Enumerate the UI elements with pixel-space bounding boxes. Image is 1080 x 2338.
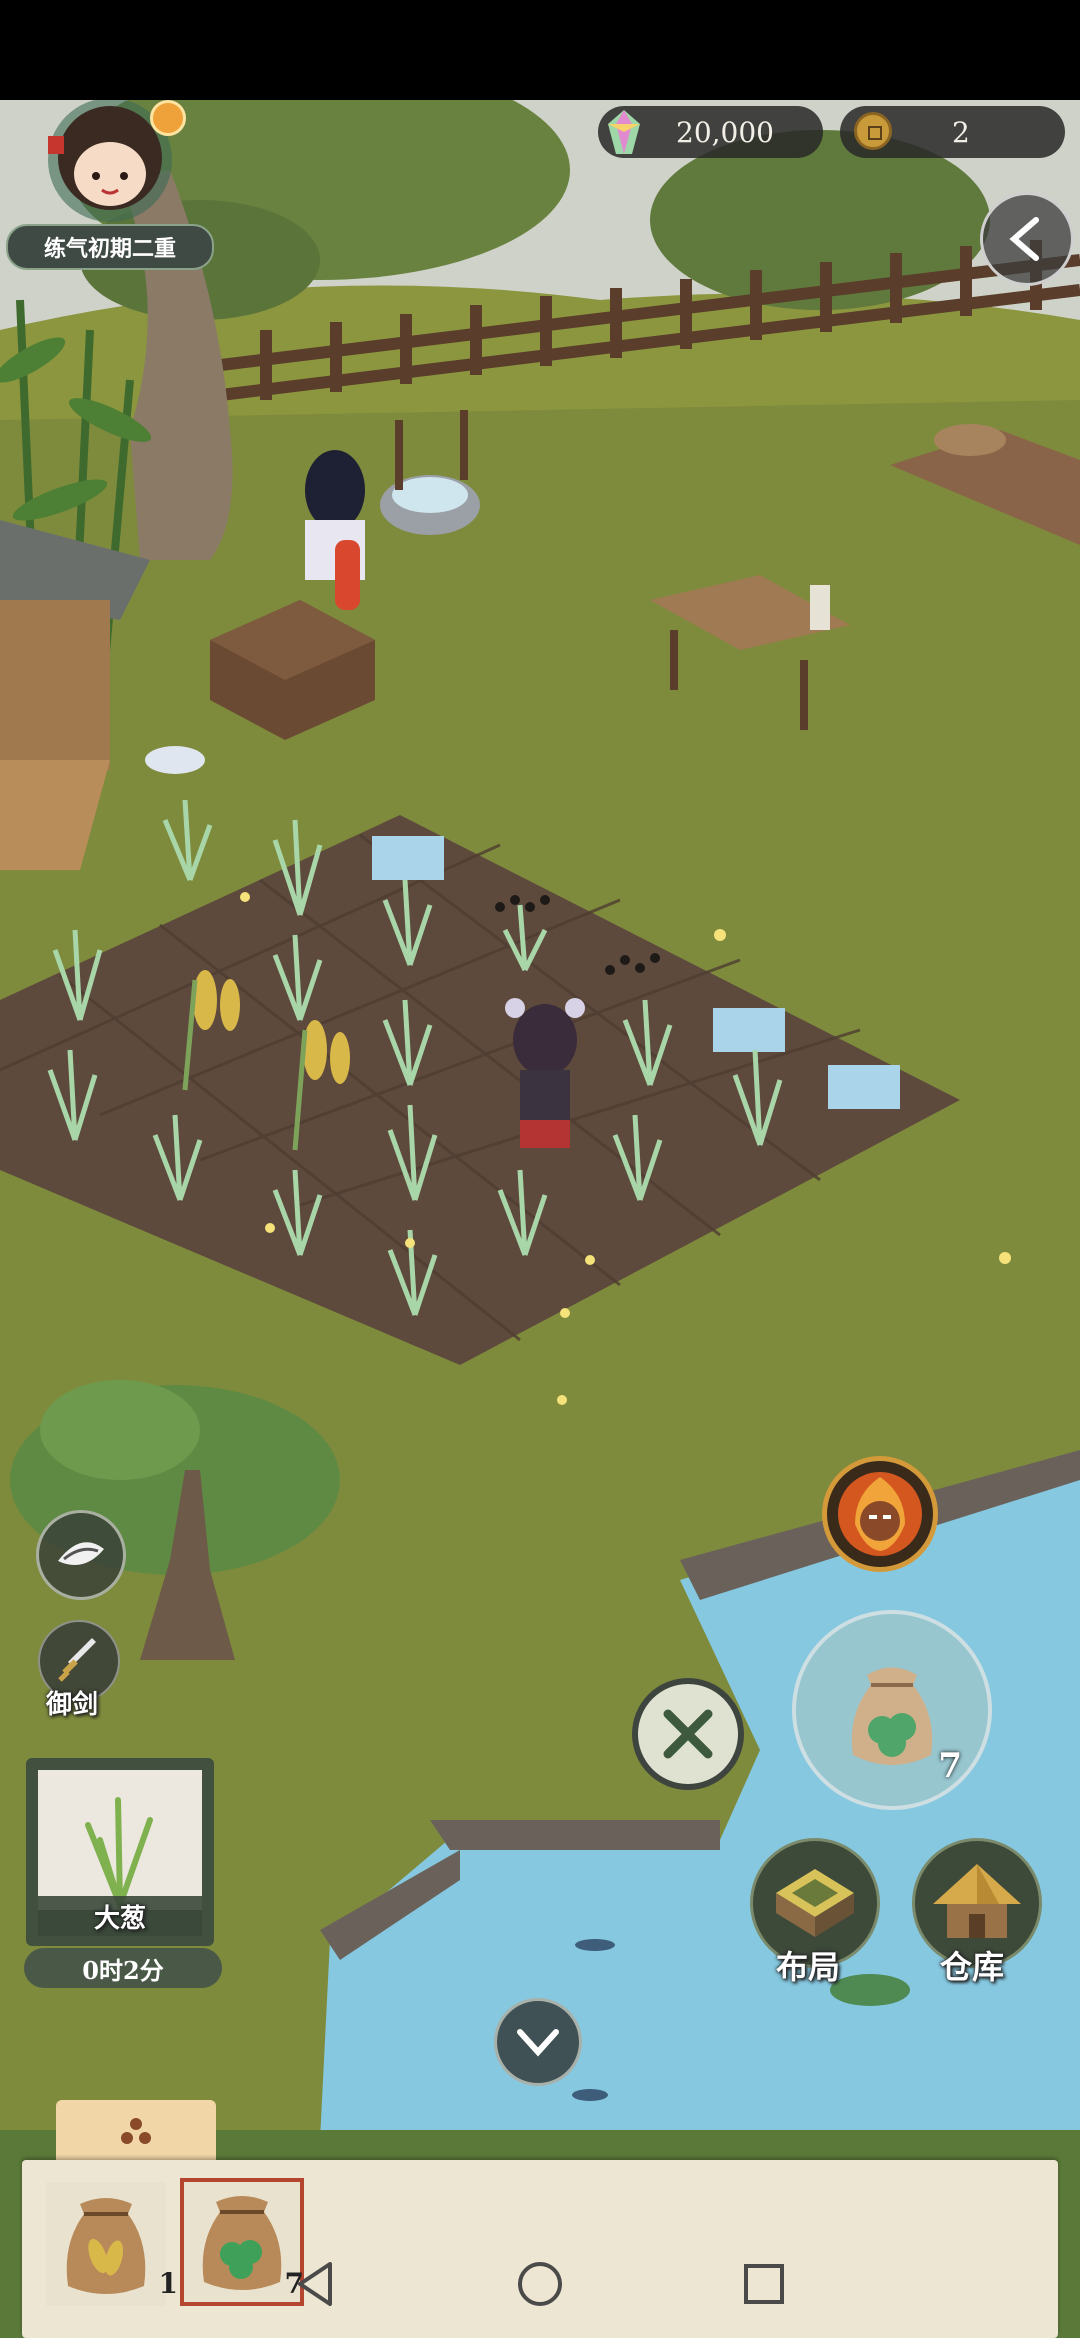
sword-fly-label: 御剑 xyxy=(46,1690,99,1720)
close-icon xyxy=(663,1709,713,1759)
crystal-icon xyxy=(608,110,640,154)
spirit-stone-counter[interactable]: 20,000 xyxy=(598,106,823,158)
spirit-beast-button[interactable] xyxy=(822,1456,938,1572)
warehouse-button[interactable]: 仓库 xyxy=(908,1838,1048,1988)
crop-name: 大葱 xyxy=(93,1903,146,1934)
layout-label: 布局 xyxy=(776,1948,841,1986)
grain-seed-bag-icon xyxy=(66,2198,146,2294)
coin-icon xyxy=(854,112,892,150)
inventory-slot[interactable]: 1 xyxy=(46,2182,178,2306)
circle-home-icon xyxy=(518,2262,562,2306)
expand-icon xyxy=(121,2118,151,2144)
cultivation-stage-text: 练气初期二重 xyxy=(43,236,176,262)
triangle-back-icon xyxy=(298,2262,332,2306)
seed-bag-button[interactable]: 7 xyxy=(792,1610,992,1810)
chevron-left-icon xyxy=(1009,217,1039,261)
spirit-stone-value: 20,000 xyxy=(676,115,774,149)
seed-bag-count: 7 xyxy=(938,1746,962,1786)
eye-leaf-icon xyxy=(58,1542,104,1565)
warehouse-label: 仓库 xyxy=(940,1948,1005,1986)
sun-icon xyxy=(150,100,186,136)
player-avatar[interactable] xyxy=(12,100,186,240)
coin-counter[interactable]: 2 xyxy=(840,106,1065,158)
inventory-item-count: 1 xyxy=(158,2267,178,2300)
view-toggle-button[interactable] xyxy=(36,1510,126,1600)
nav-home-button[interactable] xyxy=(510,2254,570,2314)
crop-timer-badge: 0时2分 xyxy=(24,1948,222,1988)
collapse-button[interactable] xyxy=(494,1998,582,2086)
crop-info-card[interactable]: 大葱 xyxy=(26,1758,214,1946)
cultivation-stage-badge: 练气初期二重 xyxy=(6,224,214,270)
crop-card-image xyxy=(38,1770,202,1910)
cancel-button[interactable] xyxy=(632,1678,744,1790)
coin-value: 2 xyxy=(952,115,970,149)
sword-fly-button[interactable]: 御剑 xyxy=(32,1620,122,1720)
crop-timer: 0时2分 xyxy=(82,1955,164,1985)
inventory-tab[interactable] xyxy=(56,2100,216,2162)
nav-recents-button[interactable] xyxy=(734,2254,794,2314)
scallion-icon xyxy=(85,1797,153,1908)
layout-button[interactable]: 布局 xyxy=(746,1838,886,1988)
leaf-seed-bag-icon xyxy=(202,2196,282,2290)
square-recents-icon xyxy=(744,2264,784,2304)
crop-name-bar: 大葱 xyxy=(38,1896,202,1936)
flame-face-icon xyxy=(838,1472,922,1556)
back-button[interactable] xyxy=(980,192,1074,286)
chevron-down-icon xyxy=(517,2029,559,2057)
nav-back-button[interactable] xyxy=(286,2254,346,2314)
